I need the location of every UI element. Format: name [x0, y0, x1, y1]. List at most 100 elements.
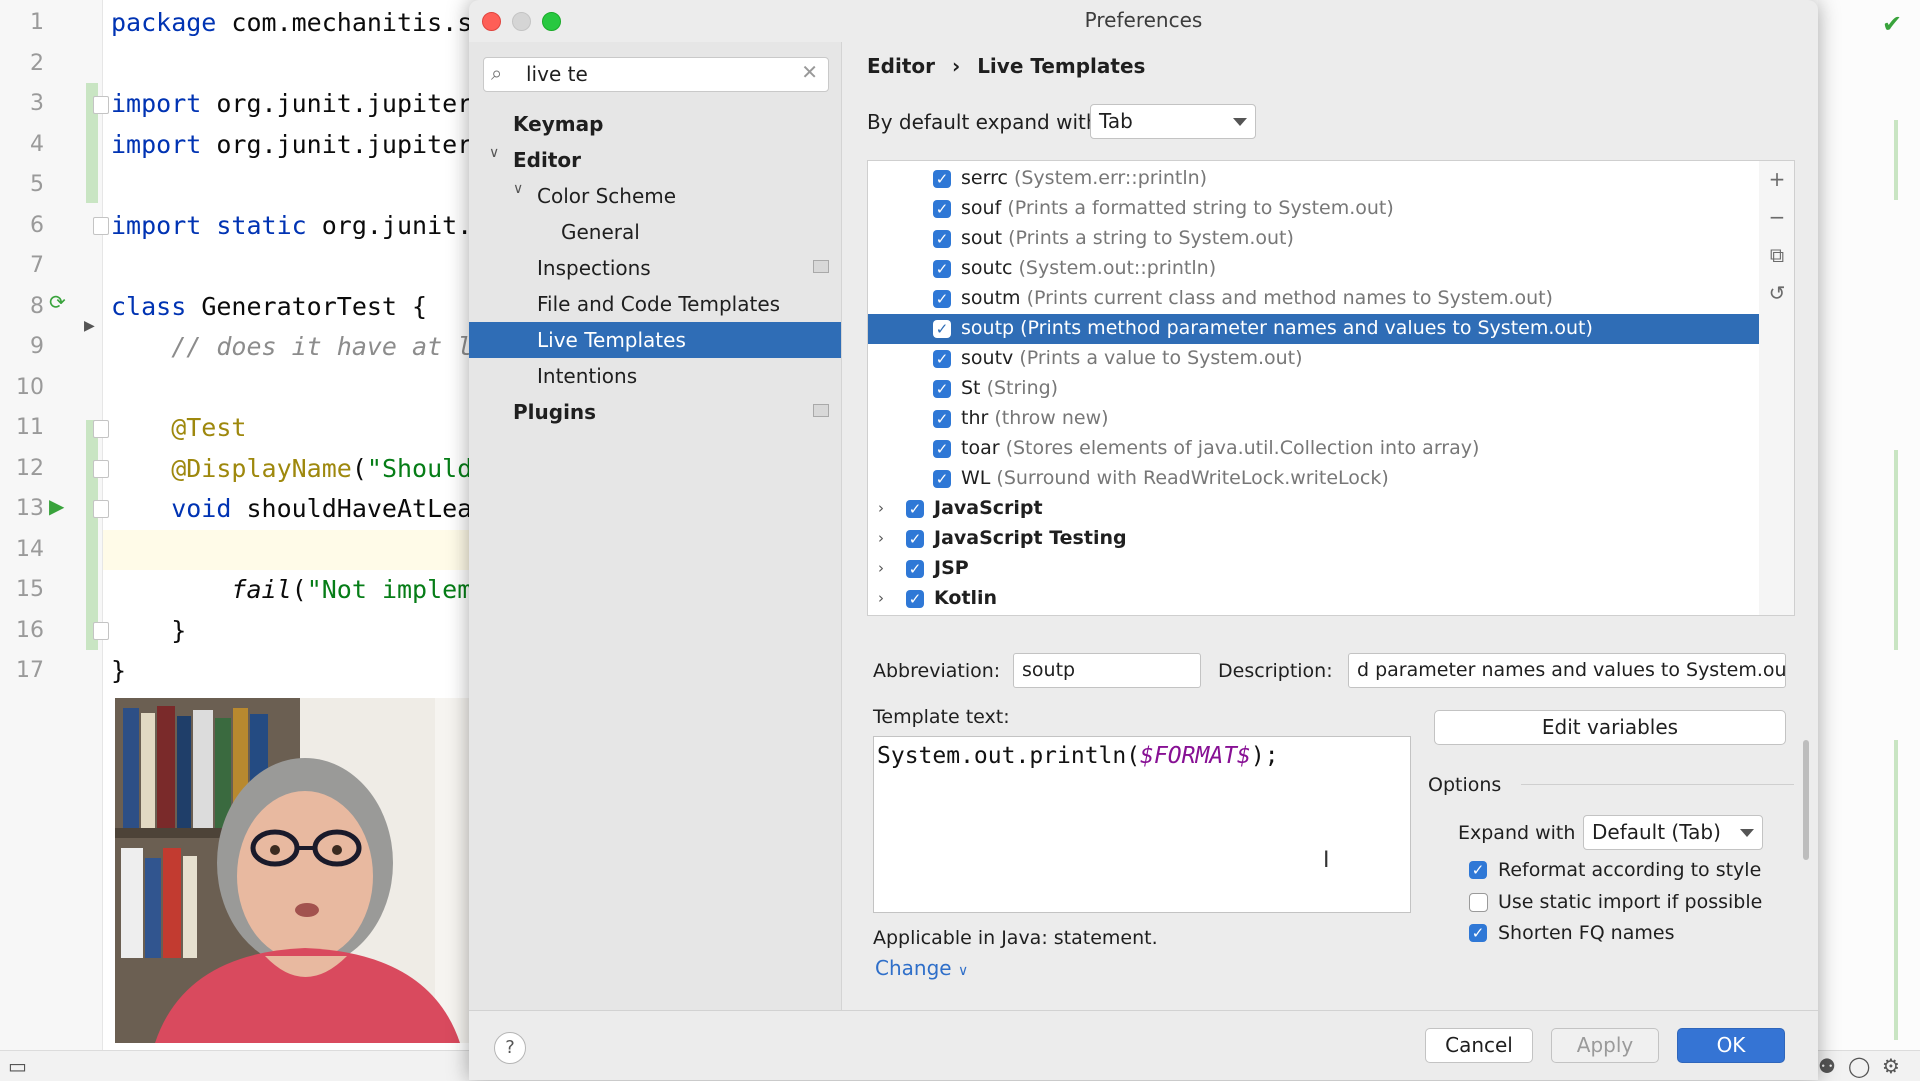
- template-group-row[interactable]: › ✓ JavaScript Testing: [868, 524, 1760, 554]
- default-expand-select[interactable]: Tab: [1090, 104, 1256, 139]
- tree-item-keymap[interactable]: Keymap: [513, 112, 603, 136]
- template-row[interactable]: ✓ thr (throw new): [868, 404, 1760, 434]
- chevron-right-icon[interactable]: ›: [878, 559, 884, 577]
- code-line[interactable]: }: [111, 616, 186, 645]
- static-import-checkbox[interactable]: [1469, 893, 1488, 912]
- template-row[interactable]: ✓ soutp (Prints method parameter names an…: [868, 314, 1760, 344]
- tree-item-intentions[interactable]: Intentions: [537, 364, 637, 388]
- notifications-icon[interactable]: ◯: [1848, 1054, 1870, 1078]
- template-text-scrollbar[interactable]: [1803, 740, 1809, 860]
- search-query[interactable]: live te: [526, 62, 588, 86]
- template-group-row[interactable]: › ✓ JavaScript: [868, 494, 1760, 524]
- chevron-right-icon[interactable]: ›: [878, 499, 884, 517]
- settings-search-input[interactable]: ⌕ live te ✕: [483, 57, 829, 92]
- options-expand-select[interactable]: Default (Tab): [1583, 815, 1763, 850]
- restore-defaults-icon[interactable]: ↺: [1766, 281, 1788, 305]
- live-templates-list[interactable]: ✓ serrc (System.err::println) ✓ souf (Print…: [867, 160, 1761, 616]
- template-enabled-checkbox[interactable]: ✓: [933, 290, 951, 308]
- tree-item-general[interactable]: General: [561, 220, 640, 244]
- template-enabled-checkbox[interactable]: ✓: [933, 440, 951, 458]
- group-enabled-checkbox[interactable]: ✓: [906, 530, 924, 548]
- fold-marker[interactable]: [93, 622, 109, 640]
- clear-search-icon[interactable]: ✕: [801, 60, 818, 84]
- settings-icon[interactable]: ⚙: [1882, 1054, 1900, 1078]
- template-enabled-checkbox[interactable]: ✓: [933, 320, 951, 338]
- fold-marker[interactable]: [93, 500, 109, 518]
- template-description: (Prints a string to System.out): [1008, 227, 1294, 249]
- tree-item-inspections[interactable]: Inspections: [537, 256, 651, 280]
- tree-item-editor[interactable]: Editor: [513, 148, 581, 172]
- template-row[interactable]: ✓ serrc (System.err::println): [868, 164, 1760, 194]
- template-code-prefix: System.out.println(: [877, 743, 1141, 769]
- chevron-down-icon[interactable]: ∨: [489, 145, 499, 161]
- template-row[interactable]: ✓ WL (Surround with ReadWriteLock.writeLo…: [868, 464, 1760, 494]
- code-line[interactable]: import org.junit.jupiter: [111, 89, 472, 118]
- group-enabled-checkbox[interactable]: ✓: [906, 500, 924, 518]
- copy-icon[interactable]: ⧉: [1766, 243, 1788, 267]
- help-button[interactable]: ?: [494, 1032, 526, 1064]
- fold-marker[interactable]: [93, 460, 109, 478]
- no-problems-check-icon[interactable]: ✔: [1882, 10, 1902, 38]
- add-icon[interactable]: +: [1766, 167, 1788, 191]
- abbreviation-field[interactable]: soutp: [1013, 653, 1201, 688]
- template-row[interactable]: ✓ soutm (Prints current class and method …: [868, 284, 1760, 314]
- description-field[interactable]: d parameter names and values to System.o…: [1348, 653, 1786, 688]
- code-line[interactable]: import static org.junit.: [111, 211, 472, 240]
- template-enabled-checkbox[interactable]: ✓: [933, 260, 951, 278]
- change-context-link[interactable]: Change ∨: [875, 956, 968, 980]
- template-enabled-checkbox[interactable]: ✓: [933, 170, 951, 188]
- template-enabled-checkbox[interactable]: ✓: [933, 350, 951, 368]
- chevron-down-icon[interactable]: ∨: [513, 181, 523, 197]
- tree-item-plugins[interactable]: Plugins: [513, 400, 596, 424]
- template-row[interactable]: ✓ souf (Prints a formatted string to Syst…: [868, 194, 1760, 224]
- template-row[interactable]: ✓ soutc (System.out::println): [868, 254, 1760, 284]
- code-line[interactable]: @DisplayName("Should: [111, 454, 472, 483]
- run-test-icon[interactable]: ▶: [49, 494, 64, 518]
- template-group-row[interactable]: › ✓ Kotlin: [868, 584, 1760, 614]
- tool-window-toggle-icon[interactable]: ▭: [8, 1054, 27, 1078]
- code-line[interactable]: }: [111, 656, 126, 685]
- tree-item-file-code-templates[interactable]: File and Code Templates: [537, 292, 780, 316]
- group-enabled-checkbox[interactable]: ✓: [906, 590, 924, 608]
- code-line[interactable]: void shouldHaveAtLea: [111, 494, 472, 523]
- template-row[interactable]: ✓ toar (Stores elements of java.util.Coll…: [868, 434, 1760, 464]
- code-line[interactable]: @Test: [111, 413, 246, 442]
- template-text-editor[interactable]: System.out.println($FORMAT$);: [873, 736, 1809, 913]
- group-enabled-checkbox[interactable]: ✓: [906, 560, 924, 578]
- tree-item-live-templates[interactable]: Live Templates: [537, 328, 686, 352]
- dialog-titlebar[interactable]: Preferences: [469, 0, 1818, 42]
- ok-button[interactable]: OK: [1677, 1028, 1785, 1063]
- template-enabled-checkbox[interactable]: ✓: [933, 470, 951, 488]
- template-row[interactable]: ✓ sout (Prints a string to System.out): [868, 224, 1760, 254]
- code-line[interactable]: class GeneratorTest {: [111, 292, 427, 321]
- line-number: 2: [30, 50, 44, 76]
- chevron-right-icon[interactable]: ›: [878, 589, 884, 607]
- tree-item-color-scheme[interactable]: Color Scheme: [537, 184, 676, 208]
- code-line[interactable]: // does it have at l: [111, 332, 472, 361]
- fold-marker[interactable]: [93, 96, 109, 114]
- template-row[interactable]: ✓ soutv (Prints a value to System.out): [868, 344, 1760, 374]
- fold-marker[interactable]: [93, 420, 109, 438]
- reformat-checkbox[interactable]: ✓: [1469, 861, 1487, 879]
- template-enabled-checkbox[interactable]: ✓: [933, 410, 951, 428]
- hector-icon[interactable]: ⚉: [1818, 1054, 1836, 1078]
- template-enabled-checkbox[interactable]: ✓: [933, 230, 951, 248]
- template-group-row[interactable]: › ✓ JSP: [868, 554, 1760, 584]
- chevron-right-icon[interactable]: ›: [878, 529, 884, 547]
- template-row[interactable]: ✓ St (String): [868, 374, 1760, 404]
- code-line[interactable]: import org.junit.jupiter: [111, 130, 472, 159]
- fold-arrow-icon[interactable]: ▶: [84, 318, 95, 334]
- shorten-fq-checkbox[interactable]: ✓: [1469, 924, 1487, 942]
- template-enabled-checkbox[interactable]: ✓: [933, 200, 951, 218]
- code-line[interactable]: package com.mechanitis.s: [111, 8, 472, 37]
- text-cursor-icon: I: [1323, 848, 1330, 873]
- fold-marker[interactable]: [93, 217, 109, 235]
- template-enabled-checkbox[interactable]: ✓: [933, 380, 951, 398]
- edit-variables-button[interactable]: Edit variables: [1434, 710, 1786, 745]
- chevron-down-icon: ∨: [957, 963, 969, 979]
- apply-button[interactable]: Apply: [1551, 1028, 1659, 1063]
- run-tests-icon[interactable]: ⟳: [49, 290, 66, 314]
- cancel-button[interactable]: Cancel: [1425, 1028, 1533, 1063]
- code-line[interactable]: fail("Not implem: [111, 575, 472, 604]
- remove-icon[interactable]: −: [1766, 205, 1788, 229]
